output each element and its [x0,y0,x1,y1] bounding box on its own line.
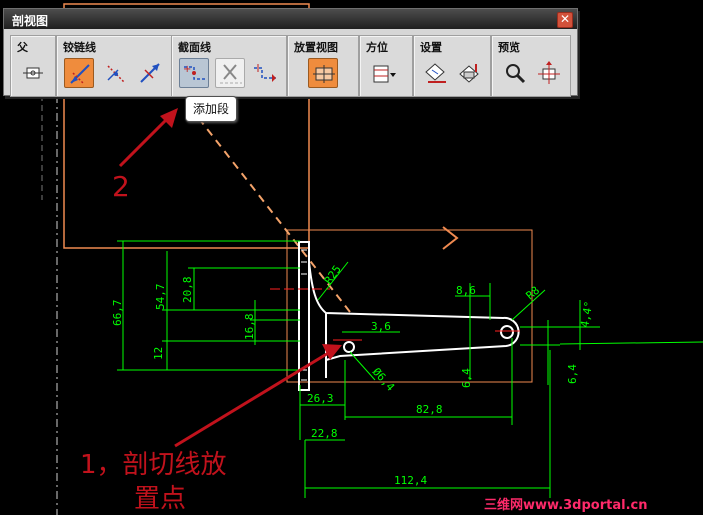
dim-3-6: 3,6 [371,320,391,333]
dim-54-7: 54,7 [154,284,167,311]
dialog-title: 剖视图 [12,14,49,28]
dim-6-4-right: 6,4 [566,364,579,384]
dim-dia-6-4: Ø6,4 [370,365,398,394]
move-segment-icon [254,64,276,82]
place-view-icon [313,65,335,83]
style-settings-button[interactable] [420,58,450,88]
dim-8-6: 8,6 [456,284,476,297]
group-settings: 设置 [413,35,491,97]
annotation-step-1-line2: 置点 [134,484,187,514]
group-label-hinge-line: 铰链线 [63,41,96,54]
parent-view-icon [23,67,43,79]
group-parent: 父 [10,35,56,97]
add-segment-icon: + [183,64,206,80]
dialog-titlebar[interactable]: 剖视图 ✕ [4,9,577,29]
group-label-settings: 设置 [420,41,442,54]
dim-112-4: 112,4 [394,474,427,487]
dim-r8: R8 [524,284,543,302]
dim-22-8: 22,8 [311,427,338,440]
section-view-dialog: 剖视图 ✕ 父 铰链线 截面线 + 放置视图 方位 设置 预览 [3,8,578,97]
orientation-dropdown-button[interactable] [368,58,398,88]
dim-82-8: 82,8 [416,403,443,416]
annotation-step-2: 2 [112,170,130,203]
dim-12: 12 [152,347,165,360]
delete-segment-button[interactable] [215,58,245,88]
group-hinge-line: 铰链线 [56,35,172,97]
auto-hinge-icon [70,64,90,84]
group-label-place-view: 放置视图 [294,41,338,54]
view-settings-icon [459,64,479,83]
group-section-line: 截面线 + [171,35,287,97]
auto-hinge-button[interactable] [64,58,94,88]
dim-4-4-angle: 4,4° [578,300,595,328]
dim-66-7: 66,7 [111,300,124,327]
tooltip-add-segment: 添加段 [185,96,237,122]
group-orientation: 方位 [359,35,413,97]
reverse-vector-button[interactable] [135,58,165,88]
dim-6-4-left: 6,4 [460,368,473,388]
define-hinge-button[interactable] [100,58,130,88]
move-preview-button[interactable] [534,58,564,88]
move-preview-icon [538,61,560,84]
place-view-button[interactable] [308,58,338,88]
reverse-vector-icon [140,63,160,83]
annotation-step-1-line1: 1，剖切线放 [80,450,227,480]
group-label-preview: 预览 [498,41,520,54]
view-settings-button[interactable] [454,58,484,88]
parent-view-button[interactable] [18,58,48,88]
close-button[interactable]: ✕ [557,12,573,28]
watermark: 三维网www.3dportal.cn [484,498,648,513]
style-settings-icon [425,63,446,83]
section-view-border [286,229,533,383]
dim-16-8: 16,8 [243,314,256,341]
preview-icon [506,64,526,84]
group-label-section-line: 截面线 [178,41,211,54]
group-preview: 预览 [491,35,571,97]
group-label-parent: 父 [17,41,28,54]
orientation-icon [373,65,396,83]
dim-20-8: 20,8 [181,277,194,304]
dim-r25: R25 [322,263,344,287]
move-segment-button[interactable] [250,58,280,88]
svg-text:+: + [183,64,191,75]
group-place-view: 放置视图 [287,35,359,97]
delete-segment-icon [220,64,242,84]
define-hinge-icon [107,65,125,83]
preview-button[interactable] [500,58,530,88]
group-label-orientation: 方位 [366,41,388,54]
dim-26-3: 26,3 [307,392,334,405]
add-segment-button[interactable]: + [179,58,209,88]
